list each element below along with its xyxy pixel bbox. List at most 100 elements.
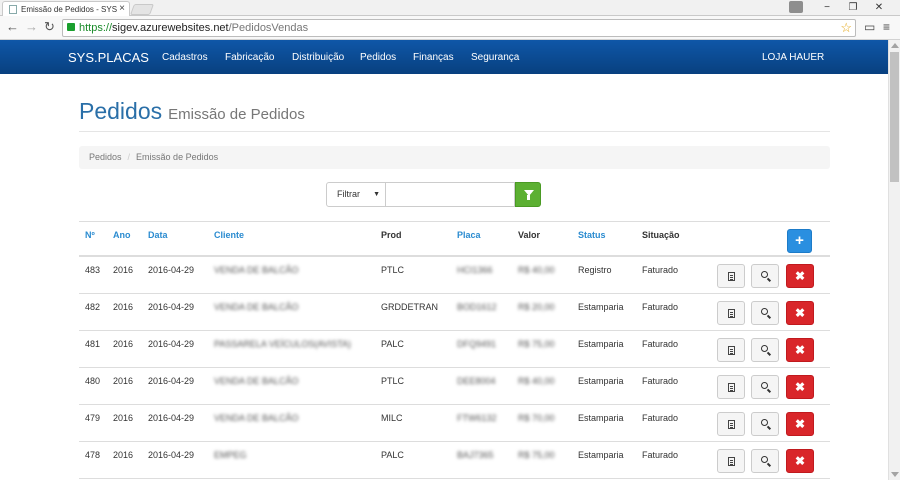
- cell-data: 2016-04-29: [148, 265, 195, 275]
- bookmark-star-icon[interactable]: ☆: [840, 20, 852, 36]
- delete-order-button[interactable]: ✖: [786, 375, 814, 399]
- view-document-button[interactable]: [717, 301, 745, 325]
- nav-item-financas[interactable]: Finanças: [413, 52, 454, 63]
- delete-order-button[interactable]: ✖: [786, 412, 814, 436]
- nav-item-cadastros[interactable]: Cadastros: [162, 52, 208, 63]
- cast-icon[interactable]: ▭: [864, 20, 875, 34]
- column-header-ano[interactable]: Ano: [113, 230, 131, 240]
- nav-item-seguranca[interactable]: Segurança: [471, 52, 519, 63]
- scroll-down-icon[interactable]: [891, 472, 899, 477]
- cell-situacao: Faturado: [642, 450, 679, 460]
- column-header-situacao: Situação: [642, 230, 680, 240]
- cell-ano: 2016: [113, 450, 134, 460]
- cell-prod: PALC: [381, 339, 404, 349]
- document-icon: [728, 457, 735, 466]
- page-title: Pedidos Emissão de Pedidos: [79, 98, 305, 125]
- document-icon: [728, 272, 735, 281]
- filter-select[interactable]: Filtrar ▼: [326, 182, 386, 207]
- back-arrow-icon[interactable]: ←: [6, 19, 19, 35]
- cell-status: Estamparia: [578, 376, 624, 386]
- filter-button[interactable]: [515, 182, 541, 207]
- cell-status: Registro: [578, 265, 612, 275]
- view-document-button[interactable]: [717, 412, 745, 436]
- cell-valor: R$ 75,00: [518, 339, 555, 349]
- cell-ano: 2016: [113, 413, 134, 423]
- cell-num: 481: [85, 339, 101, 349]
- window-close-button[interactable]: ✕: [868, 0, 890, 16]
- cell-data: 2016-04-29: [148, 376, 195, 386]
- cell-valor: R$ 40,00: [518, 376, 555, 386]
- search-order-button[interactable]: [751, 449, 779, 473]
- brand-logo[interactable]: SYS.PLACAS: [68, 50, 149, 65]
- column-header-valor: Valor: [518, 230, 541, 240]
- add-order-button[interactable]: +: [787, 229, 812, 253]
- funnel-icon-stem: [527, 195, 530, 200]
- delete-order-button[interactable]: ✖: [786, 264, 814, 288]
- browser-tab[interactable]: Emissão de Pedidos - SYS ×: [2, 1, 130, 16]
- breadcrumb-item-pedidos[interactable]: Pedidos: [89, 152, 122, 162]
- forward-arrow-icon[interactable]: →: [25, 19, 38, 35]
- scroll-thumb[interactable]: [890, 52, 899, 182]
- column-header-cliente[interactable]: Cliente: [214, 230, 244, 240]
- delete-order-button[interactable]: ✖: [786, 449, 814, 473]
- cell-ano: 2016: [113, 302, 134, 312]
- cell-situacao: Faturado: [642, 376, 679, 386]
- nav-item-distribuicao[interactable]: Distribuição: [292, 52, 344, 63]
- app-navbar: SYS.PLACAS Cadastros Fabricação Distribu…: [0, 40, 888, 74]
- user-profile-icon[interactable]: [789, 1, 803, 13]
- url-host: sigev.azurewebsites.net: [112, 22, 229, 34]
- window-minimize-button[interactable]: −: [816, 0, 838, 16]
- cell-placa: FTW6132: [457, 413, 497, 423]
- cell-placa: DFQ9491: [457, 339, 497, 349]
- table-row: 480 2016 2016-04-29 VENDA DE BALCÃO PTLC DEE8…: [79, 368, 830, 405]
- breadcrumb: Pedidos / Emissão de Pedidos: [79, 146, 830, 169]
- view-document-button[interactable]: [717, 375, 745, 399]
- scroll-up-icon[interactable]: [891, 43, 899, 48]
- cell-cliente: VENDA DE BALCÃO: [214, 413, 299, 423]
- cell-ano: 2016: [113, 265, 134, 275]
- column-header-status[interactable]: Status: [578, 230, 606, 240]
- column-header-placa[interactable]: Placa: [457, 230, 481, 240]
- delete-order-button[interactable]: ✖: [786, 338, 814, 362]
- breadcrumb-separator: /: [127, 152, 131, 162]
- view-document-button[interactable]: [717, 449, 745, 473]
- tab-close-icon[interactable]: ×: [119, 3, 125, 14]
- address-bar[interactable]: https://sigev.azurewebsites.net/PedidosV…: [62, 19, 856, 37]
- view-document-button[interactable]: [717, 338, 745, 362]
- close-icon: ✖: [794, 306, 806, 320]
- table-row: 479 2016 2016-04-29 VENDA DE BALCÃO MILC FTW6…: [79, 405, 830, 442]
- nav-item-fabricacao[interactable]: Fabricação: [225, 52, 274, 63]
- store-name[interactable]: LOJA HAUER: [762, 52, 824, 63]
- cell-num: 479: [85, 413, 101, 423]
- new-tab-button[interactable]: [129, 4, 155, 15]
- close-icon: ✖: [794, 417, 806, 431]
- url-path: /PedidosVendas: [228, 22, 309, 34]
- menu-icon[interactable]: ≡: [883, 20, 890, 34]
- delete-order-button[interactable]: ✖: [786, 301, 814, 325]
- filter-input[interactable]: [386, 182, 515, 207]
- cell-prod: PTLC: [381, 265, 405, 275]
- column-header-data[interactable]: Data: [148, 230, 168, 240]
- nav-item-pedidos[interactable]: Pedidos: [360, 52, 396, 63]
- search-order-button[interactable]: [751, 375, 779, 399]
- reload-icon[interactable]: ↻: [44, 19, 55, 35]
- page-scrollbar[interactable]: [888, 40, 900, 480]
- search-order-button[interactable]: [751, 264, 779, 288]
- close-icon: ✖: [794, 454, 806, 468]
- search-order-button[interactable]: [751, 338, 779, 362]
- column-header-prod: Prod: [381, 230, 402, 240]
- cell-placa: BOD1612: [457, 302, 497, 312]
- search-order-button[interactable]: [751, 412, 779, 436]
- table-row: 478 2016 2016-04-29 EMPEG PALC BAJ7365 R$ 75,0…: [79, 442, 830, 479]
- column-header-num[interactable]: Nº: [85, 230, 95, 240]
- lock-icon: [67, 23, 75, 31]
- cell-ano: 2016: [113, 376, 134, 386]
- document-icon: [728, 420, 735, 429]
- view-document-button[interactable]: [717, 264, 745, 288]
- window-restore-button[interactable]: ❐: [842, 0, 864, 16]
- cell-data: 2016-04-29: [148, 339, 195, 349]
- document-icon: [728, 309, 735, 318]
- cell-placa: BAJ7365: [457, 450, 494, 460]
- cell-valor: R$ 75,00: [518, 450, 555, 460]
- search-order-button[interactable]: [751, 301, 779, 325]
